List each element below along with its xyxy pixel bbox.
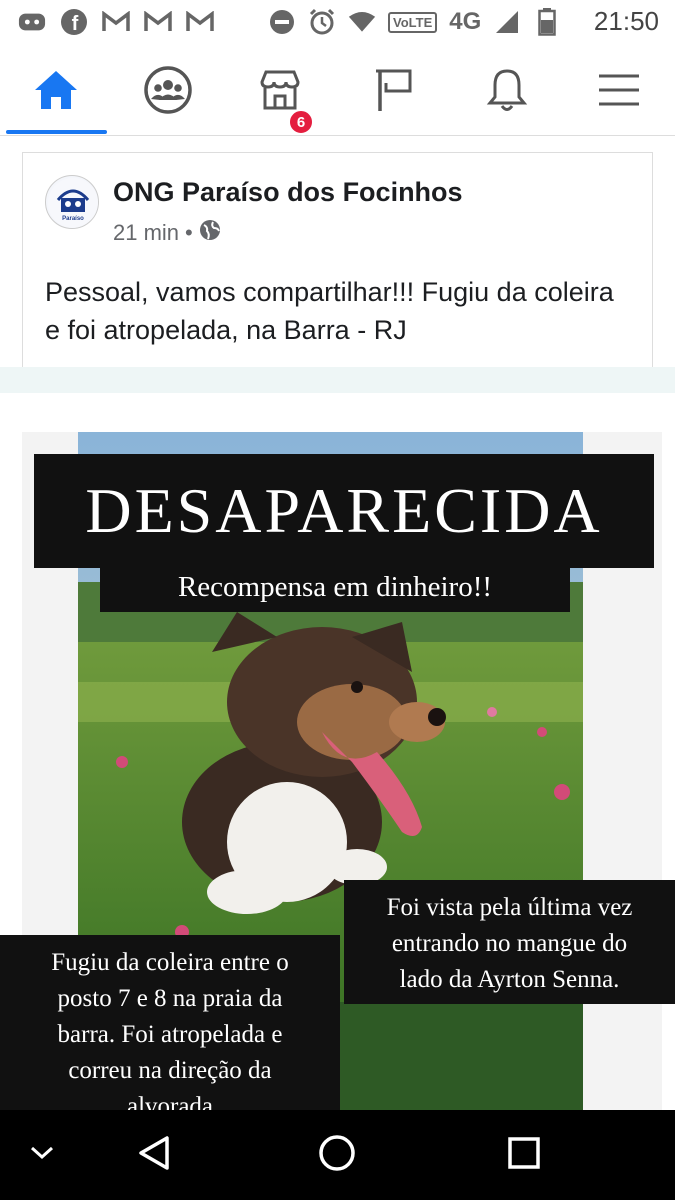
home-button[interactable]: [307, 1130, 367, 1180]
back-button[interactable]: [124, 1130, 184, 1180]
home-icon: [33, 69, 79, 116]
post-text: Pessoal, vamos compartilhar!!! Fugiu da …: [45, 277, 614, 345]
back-triangle-icon: [137, 1135, 171, 1176]
status-bar: f VoLTE 4G 21:50: [0, 0, 675, 46]
gmail-icon: [186, 8, 214, 36]
gmail-icon: [144, 8, 172, 36]
notifications-bell-icon: [486, 67, 528, 118]
recents-square-icon: [507, 1136, 541, 1175]
signal-icon: [493, 8, 521, 36]
section-divider: [0, 367, 675, 393]
escape-info-line: Fugiu da coleira entre o: [51, 949, 289, 976]
alarm-icon: [308, 8, 336, 36]
groups-icon: [143, 65, 193, 120]
network-type: 4G: [449, 8, 482, 35]
recents-button[interactable]: [494, 1130, 554, 1180]
wifi-icon: [348, 8, 376, 36]
meta-separator: •: [185, 220, 193, 245]
pages-flag-icon: [374, 67, 414, 118]
last-seen-line: lado da Ayrton Senna.: [399, 966, 620, 993]
escape-info-line: correu na direção da: [68, 1057, 272, 1084]
post-time[interactable]: 21 min: [113, 220, 179, 246]
escape-info-box: Fugiu da coleira entre o posto 7 e 8 na …: [0, 935, 340, 1110]
globe-icon: [199, 219, 221, 247]
page-name-link[interactable]: ONG Paraíso dos Focinhos: [113, 177, 463, 208]
nav-notifications[interactable]: [477, 64, 537, 120]
escape-info-line: posto 7 e 8 na praia da: [57, 985, 283, 1012]
nav-home[interactable]: [26, 64, 86, 120]
page-avatar[interactable]: Paraíso: [45, 175, 99, 229]
active-tab-indicator: [6, 130, 107, 134]
post-card: Paraíso ONG Paraíso dos Focinhos 21 min …: [22, 152, 653, 367]
poster-subheadline: Recompensa em dinheiro!!: [100, 562, 570, 612]
system-nav-bar: [0, 1110, 675, 1200]
svg-text:f: f: [72, 13, 79, 35]
marketplace-badge: 6: [288, 109, 314, 135]
escape-info-line: alvorada: [126, 1093, 214, 1110]
discord-icon: [18, 8, 46, 36]
last-seen-box: Foi vista pela última vez entrando no ma…: [344, 880, 675, 1004]
gmail-icon: [102, 8, 130, 36]
facebook-icon: f: [60, 8, 88, 36]
do-not-disturb-icon: [268, 8, 296, 36]
nav-groups[interactable]: [138, 64, 198, 120]
menu-icon: [598, 72, 640, 113]
volte-badge: VoLTE: [388, 11, 438, 33]
poster-headline: DESAPARECIDA: [34, 454, 654, 568]
last-seen-line: entrando no mangue do: [391, 930, 628, 957]
chevron-down-icon: [29, 1145, 55, 1166]
nav-pages[interactable]: [364, 64, 424, 120]
hide-nav-button[interactable]: [12, 1130, 72, 1180]
battery-icon: [533, 8, 561, 36]
escape-info-line: barra. Foi atropelada e: [57, 1021, 283, 1048]
clock: 21:50: [593, 6, 659, 36]
avatar-caption: Paraíso: [62, 216, 84, 222]
last-seen-line: Foi vista pela última vez: [386, 894, 633, 921]
post-meta: 21 min •: [113, 219, 221, 247]
facebook-nav-bar: 6: [0, 46, 675, 136]
home-circle-icon: [318, 1134, 356, 1177]
nav-menu[interactable]: [589, 64, 649, 120]
